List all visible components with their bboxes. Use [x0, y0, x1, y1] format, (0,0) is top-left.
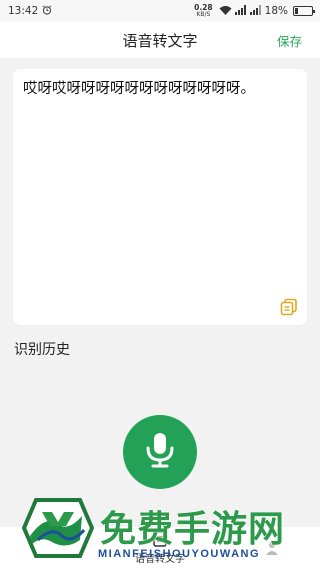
save-button[interactable]: 保存: [277, 31, 302, 50]
title-bar: 语音转文字 保存: [0, 22, 320, 58]
copy-icon[interactable]: [279, 297, 299, 317]
battery-percent: 18%: [264, 5, 288, 17]
page-title: 语音转文字: [122, 31, 198, 50]
nav-item-label: 语音转文字: [134, 554, 185, 565]
nav-item-speech-to-text[interactable]: 语音转文字: [135, 531, 185, 565]
alarm-icon: [42, 4, 52, 18]
recognized-text-card[interactable]: 哎呀哎呀呀呀呀呀呀呀呀呀呀呀呀。: [13, 69, 307, 325]
history-label[interactable]: 识别历史: [14, 339, 70, 359]
status-time: 13:42: [8, 5, 39, 17]
nav-item-left[interactable]: [40, 540, 56, 556]
speed-unit: KB/S: [196, 11, 211, 18]
signal-icon-2: [249, 4, 262, 18]
status-left: 13:42: [8, 4, 52, 18]
nav-item-right[interactable]: [264, 540, 280, 556]
bottom-nav: 语音转文字: [0, 527, 320, 569]
speech-doc-icon: [153, 531, 167, 550]
record-button[interactable]: [123, 415, 197, 489]
battery-icon: [293, 6, 315, 16]
status-right: 0.28 KB/S 18%: [194, 4, 315, 18]
recognized-text[interactable]: 哎呀哎呀呀呀呀呀呀呀呀呀呀呀呀。: [23, 79, 297, 99]
wifi-icon: [219, 5, 232, 18]
status-bar: 13:42 0.28 KB/S 18%: [0, 0, 320, 22]
network-speed: 0.28 KB/S: [194, 4, 213, 18]
microphone-icon: [145, 432, 175, 472]
signal-icon: [234, 4, 247, 18]
battery-fill: [295, 8, 298, 14]
